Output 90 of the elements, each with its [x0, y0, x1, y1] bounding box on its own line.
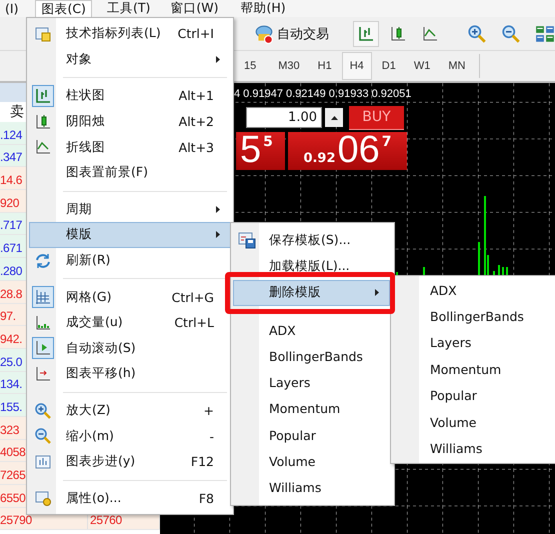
volume-icon: [34, 314, 52, 332]
menu-item[interactable]: Momentum: [233, 396, 392, 422]
menu-item[interactable]: 放大(Z) +: [29, 398, 231, 424]
zoom-in-icon: [34, 402, 52, 420]
bid-price: 25.0: [0, 354, 22, 369]
bid-price: .124: [0, 128, 22, 142]
bid-price: 28.8: [0, 286, 22, 300]
properties-icon: [34, 489, 52, 508]
menu-item[interactable]: 图表步进(y) F12: [29, 448, 231, 474]
lot-size-field[interactable]: 1.00: [246, 107, 322, 128]
up-arrow-icon: [330, 116, 338, 120]
menu-item[interactable]: Layers: [233, 369, 392, 396]
menu-item[interactable]: Popular: [233, 422, 392, 448]
bar-chart-icon: [34, 86, 52, 105]
menu-item[interactable]: 保存模板(S)...: [233, 227, 392, 254]
menu-item[interactable]: 对象: [29, 46, 231, 72]
bar-chart-button[interactable]: [353, 20, 379, 46]
bid-price: 155.: [0, 400, 22, 414]
bid-price: 323: [0, 422, 20, 437]
menu-item[interactable]: Popular: [393, 382, 553, 409]
bid-price: .671: [0, 241, 22, 256]
menu-bar-item[interactable]: 图表(C): [35, 0, 92, 17]
menu-item[interactable]: 删除模版: [233, 280, 390, 306]
bid-price: 4058: [0, 445, 26, 460]
spin-up-button[interactable]: [325, 108, 343, 127]
menu-item[interactable]: Layers: [393, 330, 553, 356]
bid-price: .347: [0, 150, 22, 164]
tile-windows-icon: [535, 24, 555, 44]
menu-item[interactable]: 技术指标列表(L) Ctrl+I: [29, 21, 231, 47]
menu-bar-item[interactable]: 窗口(W): [165, 0, 224, 17]
menu-bar-item[interactable]: (I): [0, 0, 24, 17]
ohlc-values: 4 0.91947 0.92149 0.91933 0.92051: [234, 88, 412, 100]
zoom-out-icon: [501, 24, 521, 44]
robot-icon: [254, 24, 274, 44]
menu-bar-item[interactable]: 工具(T): [102, 0, 156, 17]
menu-item[interactable]: 阴阳烛 Alt+2: [29, 108, 231, 134]
menu-item[interactable]: ADX: [233, 316, 392, 344]
menu-item[interactable]: Williams: [233, 474, 392, 501]
timeframe-tab[interactable]: H4: [342, 52, 372, 80]
menu-item[interactable]: 图表置前景(F): [29, 160, 231, 186]
timeframe-tab[interactable]: 15: [236, 52, 264, 80]
menu-item[interactable]: Volume: [393, 408, 553, 436]
timeframe-tab[interactable]: H1: [310, 52, 340, 80]
bid-price: 942.: [0, 332, 22, 346]
menu-item[interactable]: Williams: [393, 435, 553, 462]
menu-item[interactable]: 刷新(R): [29, 248, 231, 274]
save-template-icon: [238, 231, 256, 250]
menu-item[interactable]: 图表平移(h): [29, 361, 231, 387]
timeframe-tab[interactable]: MN: [440, 52, 474, 80]
menu-item[interactable]: 折线图 Alt+3: [29, 134, 231, 160]
menu-item[interactable]: 周期: [29, 196, 231, 222]
zoom-out-icon: [34, 427, 52, 446]
menu-item[interactable]: Momentum: [393, 356, 553, 383]
bid-price: 6550: [0, 490, 26, 505]
column-header: 卖: [10, 103, 24, 121]
candlestick-icon: [34, 112, 52, 131]
chart-shift-icon: [34, 364, 52, 383]
bid-price: .280: [0, 264, 22, 278]
bid-price: 25790: [0, 513, 32, 528]
line-chart-icon: [421, 24, 439, 42]
bid-price: .717: [0, 218, 22, 232]
menu-item[interactable]: ADX: [393, 277, 553, 304]
auto-trading-button[interactable]: 自动交易: [250, 20, 333, 46]
timeframe-tab[interactable]: D1: [374, 52, 404, 80]
line-chart-icon: [34, 138, 52, 156]
menu-bar-item[interactable]: 帮助(H): [235, 0, 291, 17]
menu-item[interactable]: 自动滚动(S): [29, 336, 231, 362]
bar-chart-icon: [357, 24, 375, 42]
menu-item[interactable]: BollingerBands: [393, 303, 553, 330]
bid-price: 7265: [0, 468, 26, 482]
menu-item[interactable]: BollingerBands: [233, 343, 392, 370]
bid-price: 97.: [0, 309, 16, 324]
bid-price: 920: [0, 196, 20, 210]
indicator-list-icon: [34, 24, 52, 43]
timeframe-tab[interactable]: M30: [270, 52, 308, 80]
menu-item[interactable]: 缩小(m) -: [29, 423, 231, 449]
grid-icon: [34, 288, 52, 306]
bid-price: 134.: [0, 377, 22, 392]
menu-item[interactable]: Volume: [233, 448, 392, 475]
zoom-in-icon: [467, 24, 487, 44]
menu-item[interactable]: 模版: [29, 222, 231, 248]
ask-price: 25760: [90, 513, 122, 528]
step-icon: [34, 452, 52, 471]
menu-item[interactable]: 柱状图 Alt+1: [29, 83, 231, 109]
refresh-icon: [34, 252, 52, 270]
candlestick-icon: [389, 24, 407, 42]
bid-price: 14.6: [0, 173, 22, 188]
auto-scroll-icon: [34, 339, 52, 358]
timeframe-tab[interactable]: W1: [406, 52, 438, 80]
menu-item[interactable]: 成交量(u) Ctrl+L: [29, 310, 231, 336]
